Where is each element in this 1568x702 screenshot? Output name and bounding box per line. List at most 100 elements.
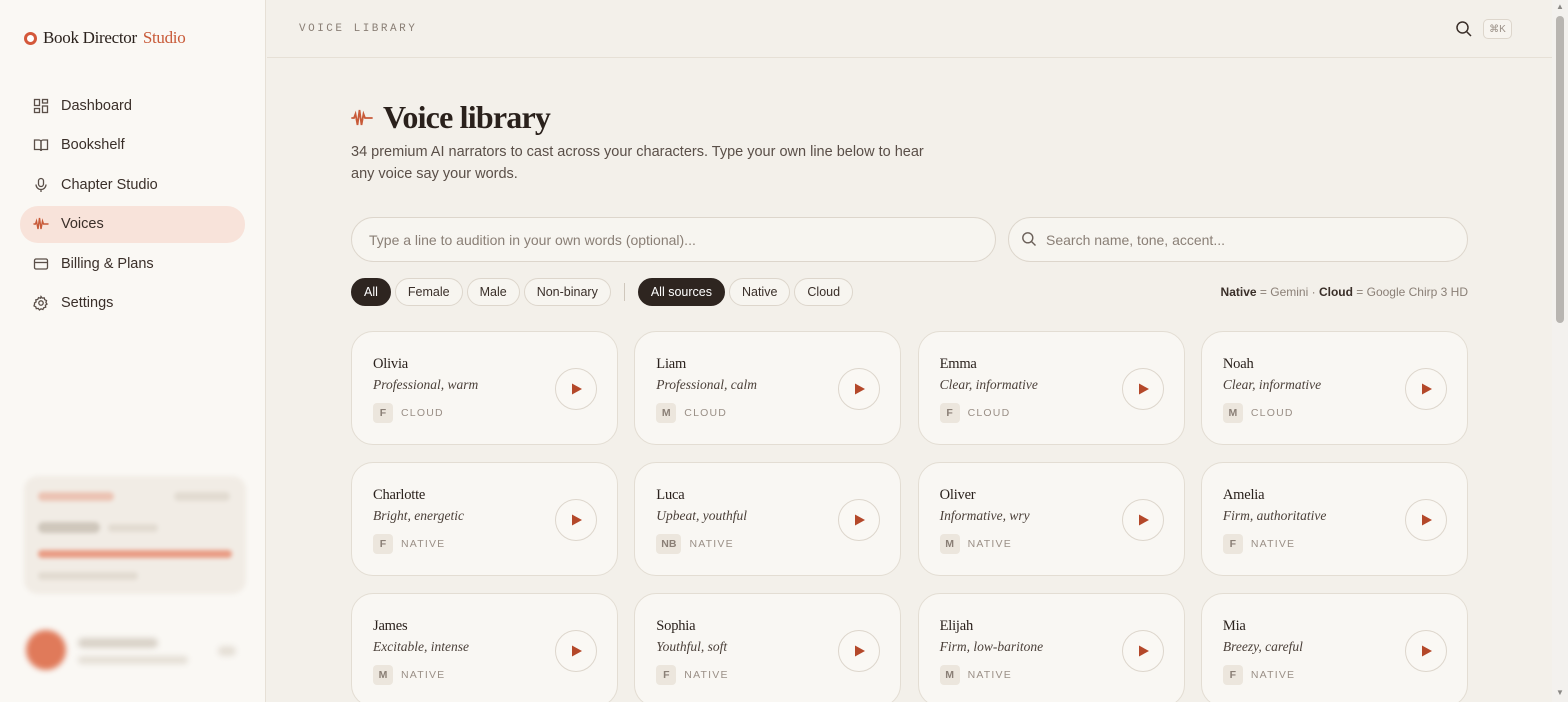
filter-male[interactable]: Male <box>466 278 520 306</box>
voice-card[interactable]: Sophia Youthful, soft F NATIVE <box>634 593 902 702</box>
sidebar-item-settings[interactable]: Settings <box>20 285 245 322</box>
play-button[interactable] <box>555 368 597 410</box>
play-button[interactable] <box>838 368 881 410</box>
source-label: NATIVE <box>401 669 446 681</box>
gender-badge: M <box>373 665 393 685</box>
sidebar-item-billing[interactable]: Billing & Plans <box>20 245 245 282</box>
voice-meta: F CLOUD <box>373 403 444 423</box>
voice-meta: M NATIVE <box>939 665 1012 685</box>
voice-card[interactable]: Amelia Firm, authoritative F NATIVE <box>1200 462 1468 576</box>
source-label: CLOUD <box>967 407 1011 419</box>
voice-card[interactable]: Noah Clear, informative M CLOUD <box>1200 331 1468 445</box>
voice-card[interactable]: Mia Breezy, careful F NATIVE <box>1200 593 1468 702</box>
sidebar-item-chapter-studio[interactable]: Chapter Studio <box>20 166 245 203</box>
scroll-thumb[interactable] <box>1556 16 1564 323</box>
voice-name: Liam <box>656 356 687 372</box>
source-label: CLOUD <box>1250 407 1294 419</box>
user-account[interactable] <box>22 622 246 680</box>
play-icon <box>855 383 866 395</box>
book-icon <box>33 137 49 153</box>
voice-name: Amelia <box>1222 487 1265 503</box>
search-icon <box>1021 231 1037 247</box>
voice-card[interactable]: Oliver Informative, wry M NATIVE <box>917 462 1185 576</box>
voice-card[interactable]: Liam Professional, calm M CLOUD <box>634 331 902 445</box>
voice-meta: M CLOUD <box>1222 403 1294 423</box>
filter-non-binary[interactable]: Non-binary <box>523 278 611 306</box>
voice-name: Sophia <box>656 618 696 634</box>
voice-card[interactable]: Emma Clear, informative F CLOUD <box>917 331 1185 445</box>
voice-name: Luca <box>656 487 685 503</box>
gear-icon <box>33 295 49 311</box>
voice-name: Emma <box>939 356 977 372</box>
brand-logo[interactable]: Book Director Studio <box>24 28 186 48</box>
sidebar-item-dashboard[interactable]: Dashboard <box>20 87 245 124</box>
voice-card[interactable]: Olivia Professional, warm F CLOUD <box>351 331 618 445</box>
play-button[interactable] <box>555 630 597 672</box>
voice-tone: Clear, informative <box>1222 377 1322 392</box>
voice-name: Charlotte <box>373 487 426 503</box>
source-label: NATIVE <box>1250 538 1296 550</box>
gender-badge: F <box>1222 665 1243 685</box>
source-label: CLOUD <box>401 407 444 419</box>
voice-card[interactable]: Charlotte Bright, energetic F NATIVE <box>351 462 618 576</box>
source-label: NATIVE <box>967 669 1012 681</box>
play-icon <box>1138 383 1149 395</box>
play-button[interactable] <box>838 499 881 541</box>
gender-badge: M <box>1222 403 1243 423</box>
sidebar-item-label: Settings <box>61 295 114 311</box>
play-button[interactable] <box>1121 630 1164 672</box>
sidebar-item-bookshelf[interactable]: Bookshelf <box>20 127 245 164</box>
gender-badge: M <box>656 403 677 423</box>
play-button[interactable] <box>838 630 881 672</box>
play-button[interactable] <box>1404 499 1447 541</box>
play-icon <box>855 514 866 526</box>
gender-badge: NB <box>656 534 682 554</box>
gender-badge: F <box>373 534 393 554</box>
mic-icon <box>33 177 49 193</box>
source-label: NATIVE <box>967 538 1012 550</box>
play-button[interactable] <box>1404 368 1447 410</box>
search-icon[interactable] <box>1455 20 1473 38</box>
voice-meta: F NATIVE <box>656 665 728 685</box>
page-subtitle: 34 premium AI narrators to cast across y… <box>351 144 924 182</box>
play-button[interactable] <box>1404 630 1447 672</box>
grid-icon <box>33 98 49 114</box>
source-label: NATIVE <box>684 669 729 681</box>
voice-tone: Breezy, careful <box>1222 639 1303 654</box>
filter-all[interactable]: All <box>351 278 391 306</box>
scroll-up-icon[interactable]: ▲ <box>1556 2 1564 11</box>
brand-name: Book Director <box>43 28 137 47</box>
scrollbar[interactable]: ▲ ▼ <box>1552 0 1568 702</box>
brand-accent: Studio <box>142 28 186 47</box>
voice-meta: M NATIVE <box>373 665 445 685</box>
play-icon <box>1421 645 1432 657</box>
search-input[interactable] <box>1008 217 1468 262</box>
voice-meta: F NATIVE <box>1222 534 1296 554</box>
legend-cloud-desc: = Google Chirp 3 HD <box>1352 285 1468 299</box>
filter-female[interactable]: Female <box>394 278 463 306</box>
voice-card[interactable]: Luca Upbeat, youthful NB NATIVE <box>634 462 902 576</box>
scroll-down-icon[interactable]: ▼ <box>1556 688 1564 697</box>
voice-meta: M CLOUD <box>656 403 727 423</box>
voice-meta: NB NATIVE <box>656 534 734 554</box>
play-button[interactable] <box>1121 499 1164 541</box>
audition-line-input[interactable] <box>351 217 996 262</box>
play-button[interactable] <box>1121 368 1164 410</box>
gender-badge: F <box>1222 534 1243 554</box>
sidebar-item-voices[interactable]: Voices <box>20 205 245 243</box>
gender-badge: F <box>373 403 393 423</box>
play-button[interactable] <box>555 499 597 541</box>
voice-tone: Firm, authoritative <box>1222 508 1327 523</box>
play-icon <box>1421 383 1432 395</box>
voice-name: Noah <box>1222 356 1254 372</box>
filter-all-sources[interactable]: All sources <box>637 278 725 306</box>
filter-cloud[interactable]: Cloud <box>794 278 854 306</box>
source-label: NATIVE <box>401 538 446 550</box>
filter-native[interactable]: Native <box>728 278 791 306</box>
voice-name: Elijah <box>939 618 974 634</box>
voice-grid: Olivia Professional, warm F CLOUD Liam Profes… <box>351 331 1468 702</box>
voice-card[interactable]: Elijah Firm, low-baritone M NATIVE <box>917 593 1185 702</box>
legend-native-desc: = Gemini · <box>1256 285 1319 299</box>
voice-card[interactable]: James Excitable, intense M NATIVE <box>351 593 618 702</box>
sidebar-item-label: Bookshelf <box>61 137 125 153</box>
